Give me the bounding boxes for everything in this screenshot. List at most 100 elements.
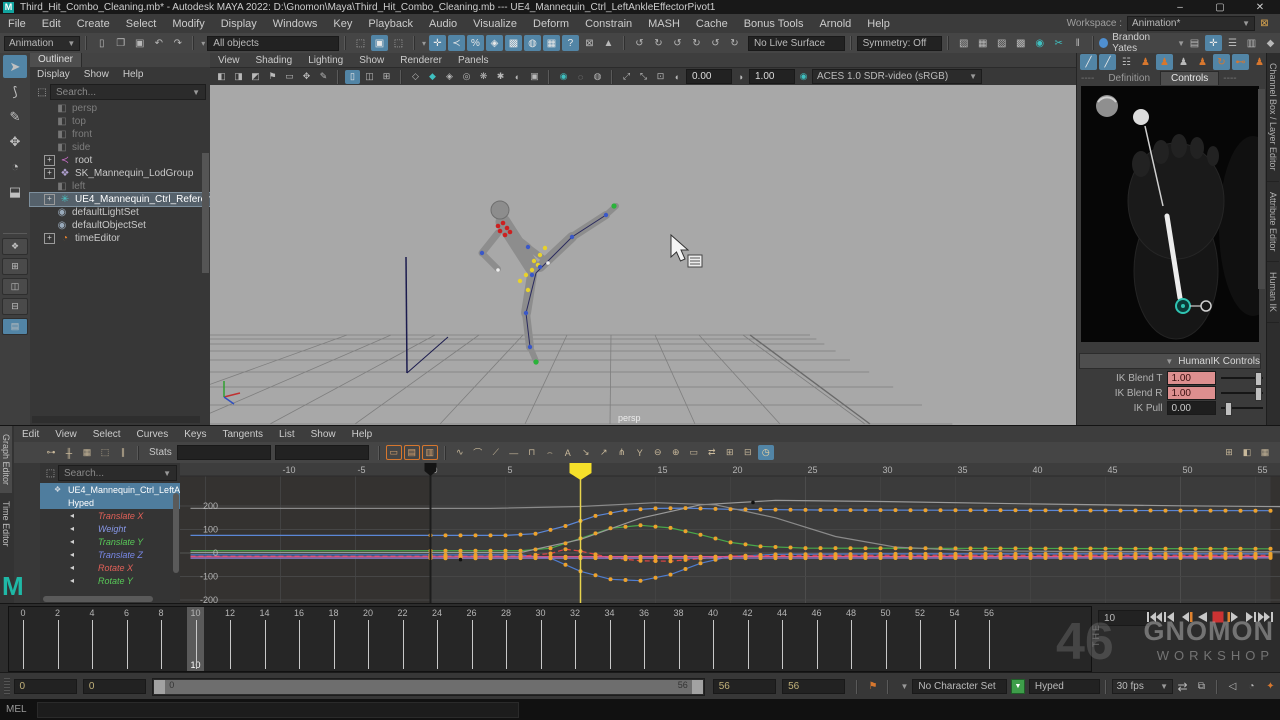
outliner-item-defaultLightSet[interactable]: ◉defaultLightSet [30,206,210,219]
input-to-selected-icon[interactable]: ↺ [631,35,648,51]
menu-deform[interactable]: Deform [525,16,577,32]
time-slider-track[interactable]: 1002468101214161820222426283032343638404… [8,606,1092,672]
menu-mash[interactable]: MASH [640,16,688,32]
view-transform-select[interactable]: ACES 1.0 SDR-video (sRGB)▼ [812,69,982,84]
break-tangents-icon[interactable]: ⋔ [614,445,630,460]
menu-display[interactable]: Display [213,16,265,32]
lock-tangent-weight-icon[interactable]: ⊕ [668,445,684,460]
tab-definition[interactable]: Definition [1098,72,1160,85]
lasso-tool[interactable]: ⟆ [3,80,27,103]
layout-custom[interactable]: ▤ [2,318,28,335]
symmetry-select[interactable]: Symmetry: Off [857,36,943,51]
slider-handle[interactable] [1255,387,1262,401]
insert-keys-icon[interactable]: ╫ [61,445,77,460]
select-tool[interactable]: ➤ [3,55,27,78]
normalized-view-icon[interactable]: ▥ [422,445,438,460]
stats-value-field[interactable] [275,445,369,460]
slider-track[interactable] [1221,402,1263,414]
humanik-control-rig-viewer[interactable] [1081,86,1259,342]
select-by-hierarchy-icon[interactable]: ⬚ [352,35,369,51]
save-scene-icon[interactable]: ▣ [131,35,148,51]
add-bone-icon[interactable]: ╱ [1080,54,1097,70]
menu-edit[interactable]: Edit [34,16,69,32]
pause-viewport-icon[interactable]: ‖ [1069,35,1086,51]
live-surface-field[interactable]: No Live Surface [748,36,845,51]
render-sequence-icon[interactable]: ▩ [1012,35,1029,51]
step-back-frame-button[interactable] [1162,610,1178,623]
toggle-modeling-toolkit-icon[interactable]: ▤ [1186,35,1203,51]
playback-start-field[interactable]: 0 [83,679,146,694]
scale-tool[interactable]: ⬓ [3,180,27,203]
four-pane-layout-icon[interactable]: ⊞ [379,70,394,84]
channel-row-translate-y[interactable]: ◂Translate Y [40,535,180,548]
humanik-vscrollbar[interactable] [1258,89,1265,289]
minimize-button[interactable]: – [1160,2,1200,13]
filter-icon[interactable]: ⬚ [35,84,49,100]
close-button[interactable]: ✕ [1240,2,1280,13]
panel-menu-icon[interactable]: ▦ [1257,445,1273,460]
channel-row-rotate-x[interactable]: ◂Rotate X [40,561,180,574]
lock-selection-icon[interactable]: ⊠ [581,35,598,51]
spine-definition-icon[interactable]: ☷ [1118,54,1135,70]
menu-select[interactable]: Select [118,16,165,32]
highlight-selection-icon[interactable]: ▲ [600,35,617,51]
viewport-menu-show[interactable]: Show [351,54,392,67]
playback-loop-icon[interactable]: ⇄ [1174,679,1191,695]
viewport-canvas[interactable]: persp [210,85,1076,425]
viewport-menu-lighting[interactable]: Lighting [300,54,351,67]
paint-select-tool[interactable]: ✎ [3,105,27,128]
move-nearest-picked-key-icon[interactable]: ⊶ [43,445,59,460]
menu-set-select[interactable]: Animation▼ [4,36,80,51]
redo-icon[interactable]: ↷ [169,35,186,51]
menu-modify[interactable]: Modify [164,16,212,32]
outliner-item-front[interactable]: ◧front [30,128,210,141]
channel-hscrollbar[interactable] [43,596,153,602]
perspective-viewport[interactable]: ViewShadingLightingShowRendererPanels ◧◨… [210,53,1076,425]
menu-arnold[interactable]: Arnold [811,16,859,32]
viewport-menu-view[interactable]: View [210,54,248,67]
outliner-item-persp[interactable]: ◧persp [30,102,210,115]
mirror-pose-icon[interactable]: ↻ [1213,54,1230,70]
outliner-item-defaultObjectSet[interactable]: ◉defaultObjectSet [30,219,210,232]
default-out-tangent-icon[interactable]: ↗ [596,445,612,460]
camera-view-icon[interactable]: ◧ [1239,445,1255,460]
highlight-pane-icon[interactable]: ⊡ [653,70,668,84]
range-slider[interactable]: 0 56 [152,678,704,696]
snap-help-icon[interactable]: ? [562,35,579,51]
anim-layer-state-icon[interactable]: ▼ [1011,679,1025,694]
expand-icon[interactable]: + [44,233,55,244]
tab-controls[interactable]: Controls [1160,71,1219,85]
render-cut-icon[interactable]: ✂ [1050,35,1067,51]
add-effector-icon[interactable]: ╱ [1099,54,1116,70]
humanik-controls-header[interactable]: ▼ HumanIK Controls [1079,353,1261,369]
range-start-handle[interactable] [154,680,165,694]
move-snap-icon[interactable]: ✛ [429,35,446,51]
open-time-editor-icon[interactable]: ◷ [758,445,774,460]
channel-row-translate-x[interactable]: ◂Translate X [40,509,180,522]
construction-history-c-icon[interactable]: ↺ [707,35,724,51]
menu-help[interactable]: Help [859,16,898,32]
stacked-view-icon[interactable]: ▤ [404,445,420,460]
move-tool[interactable]: ✥ [3,130,27,153]
retime-tool-icon[interactable]: ∥ [115,445,131,460]
flat-tangents-icon[interactable]: — [506,445,522,460]
anim-layer-select[interactable]: Hyped [1029,679,1100,694]
key-channel-icon[interactable]: ◂ [70,524,74,533]
use-default-material-icon[interactable]: ◎ [459,70,474,84]
graph-menu-curves[interactable]: Curves [129,428,177,441]
slider-handle[interactable] [1225,402,1232,416]
stop-playback-button[interactable] [1210,610,1226,623]
toggle-channel-box-icon[interactable]: ▥ [1243,35,1260,51]
menu-file[interactable]: File [0,16,34,32]
outliner-vscrollbar[interactable] [202,153,209,273]
filter-icon[interactable]: ⬚ [44,465,57,481]
buffer-curve-snapshot-icon[interactable]: ▭ [686,445,702,460]
make-object-live-icon[interactable]: ◍ [524,35,541,51]
chevron-down-icon[interactable]: ▼ [894,682,908,691]
camera-attributes-icon[interactable]: ◩ [248,70,263,84]
output-of-selected-icon[interactable]: ↻ [650,35,667,51]
channel-row-weight[interactable]: ◂Weight [40,522,180,535]
outliner-tab[interactable]: Outliner [30,53,82,67]
menu-windows[interactable]: Windows [265,16,326,32]
snap-to-points-icon[interactable]: % [467,35,484,51]
